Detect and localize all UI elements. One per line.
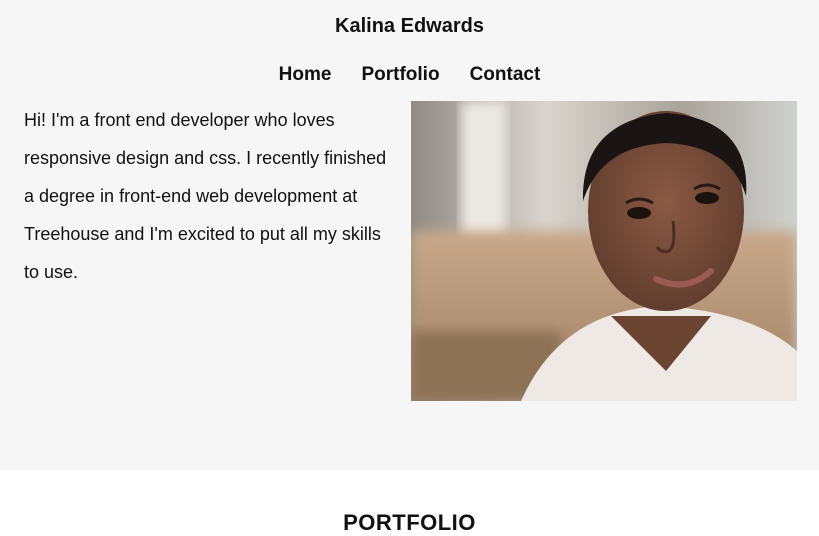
profile-photo	[411, 101, 797, 401]
intro-text: Hi! I'm a front end developer who loves …	[24, 110, 387, 282]
portfolio-heading: PORTFOLIO	[343, 510, 476, 535]
nav-portfolio-link[interactable]: Portfolio	[361, 64, 439, 86]
nav-home-link[interactable]: Home	[279, 64, 332, 86]
profile-photo-illustration	[411, 101, 797, 401]
main-nav: Home Portfolio Contact	[0, 64, 819, 86]
site-title: Kalina Edwards	[335, 15, 484, 37]
nav-contact-link[interactable]: Contact	[470, 64, 541, 86]
hero-section: Kalina Edwards Home Portfolio Contact Hi…	[0, 0, 819, 470]
